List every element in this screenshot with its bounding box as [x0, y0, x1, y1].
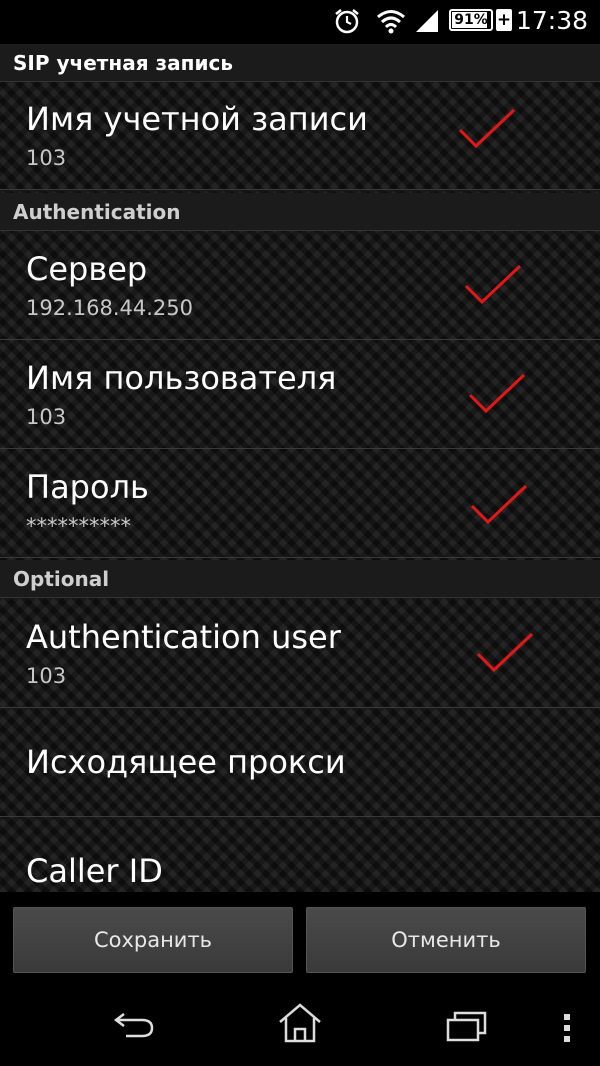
pref-title: Пароль — [26, 468, 149, 506]
pref-title: Сервер — [26, 250, 148, 288]
pref-caller-id[interactable]: Caller ID — [0, 818, 600, 892]
pref-title: Authentication user — [26, 618, 341, 656]
save-button[interactable]: Сохранить — [13, 907, 293, 973]
charging-plus-icon: + — [496, 9, 512, 31]
pref-password[interactable]: Пароль ********** — [0, 450, 600, 558]
recent-apps-icon[interactable] — [446, 1010, 488, 1042]
check-icon — [476, 632, 534, 673]
wifi-icon — [377, 10, 405, 34]
cancel-button[interactable]: Отменить — [306, 907, 586, 973]
pref-title: Имя учетной записи — [26, 100, 368, 138]
pref-account-name[interactable]: Имя учетной записи 103 — [0, 82, 600, 190]
section-header-authentication: Authentication — [0, 193, 600, 231]
check-icon — [458, 108, 516, 149]
back-icon[interactable] — [112, 1010, 156, 1040]
pref-summary: 192.168.44.250 — [26, 296, 193, 320]
pref-summary: 103 — [26, 405, 67, 429]
navigation-bar — [0, 984, 600, 1066]
signal-icon — [416, 10, 438, 32]
pref-server[interactable]: Сервер 192.168.44.250 — [0, 232, 600, 340]
home-icon[interactable] — [277, 1002, 323, 1044]
status-bar: 91% + 17:38 — [0, 0, 600, 44]
button-bar: Сохранить Отменить — [0, 892, 600, 984]
alarm-icon — [335, 9, 359, 34]
check-icon — [470, 484, 528, 525]
pref-title: Caller ID — [26, 852, 163, 890]
overflow-menu-icon[interactable] — [562, 1012, 572, 1044]
section-header-optional: Optional — [0, 560, 600, 598]
check-icon — [468, 373, 526, 414]
settings-list[interactable]: SIP учетная запись Имя учетной записи 10… — [0, 44, 600, 892]
pref-authentication-user[interactable]: Authentication user 103 — [0, 600, 600, 708]
clock: 17:38 — [515, 6, 588, 35]
pref-summary: ********** — [26, 514, 131, 538]
battery-icon: 91% — [449, 9, 493, 31]
pref-title: Имя пользователя — [26, 359, 337, 397]
section-header-sip-account: SIP учетная запись — [0, 44, 600, 82]
pref-summary: 103 — [26, 146, 67, 170]
pref-outbound-proxy[interactable]: Исходящее прокси — [0, 709, 600, 817]
battery-percent: 91% — [454, 12, 488, 28]
pref-title: Исходящее прокси — [26, 743, 346, 781]
check-icon — [464, 264, 522, 305]
pref-username[interactable]: Имя пользователя 103 — [0, 341, 600, 449]
pref-summary: 103 — [26, 664, 67, 688]
